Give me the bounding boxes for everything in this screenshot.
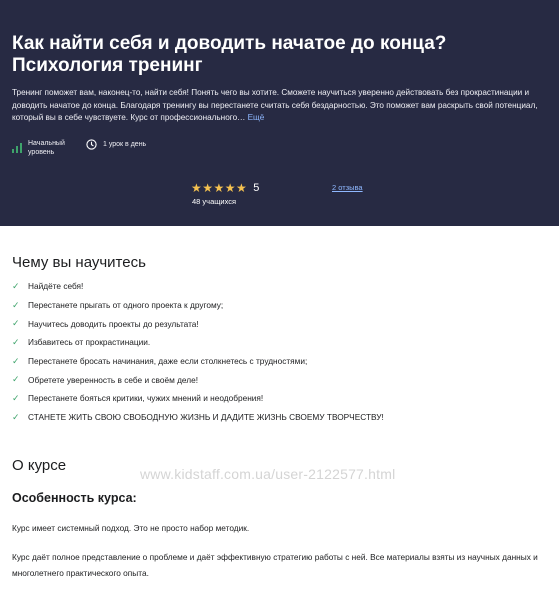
list-item: ✓ Перестанете бояться критики, чужих мнен… <box>12 389 552 408</box>
list-item-text: Перестанете бросать начинания, даже если… <box>28 356 308 367</box>
list-item-text: Перестанете бояться критики, чужих мнени… <box>28 393 264 404</box>
course-title: Как найти себя и доводить начатое до кон… <box>12 33 447 76</box>
list-item: ✓ Найдёте себя! <box>12 277 552 296</box>
list-item: ✓ Перестанете прыгать от одного проекта к… <box>12 296 552 315</box>
check-icon: ✓ <box>12 374 20 385</box>
rating-block: ★★★★★ 5 <box>191 181 259 195</box>
feature-title: Особенность курса: <box>12 491 137 505</box>
list-item-text: Избавитесь от прокрастинации. <box>28 337 151 348</box>
list-item: ✓ Перестанете бросать начинания, даже есл… <box>12 352 552 371</box>
check-icon: ✓ <box>12 392 20 403</box>
list-item: ✓ СТАНЕТЕ ЖИТЬ СВОЮ СВОБОДНУЮ ЖИЗНЬ И ДАД… <box>12 408 552 427</box>
star-icon: ★★★★★ <box>191 181 248 195</box>
about-paragraph-1: Курс имеет системный подход. Это не прос… <box>12 523 250 533</box>
list-item: ✓ Научитесь доводить проекты до результат… <box>12 314 552 333</box>
bar-chart-icon <box>12 143 22 153</box>
duration-label: 1 урок в день <box>103 141 147 148</box>
clock-icon <box>86 139 97 150</box>
students-count: 48 учащихся <box>192 197 237 206</box>
list-item-text: Перестанете прыгать от одного проекта к … <box>28 300 224 311</box>
check-icon: ✓ <box>12 355 20 366</box>
list-item-text: Обретете уверенность в себе и своём деле… <box>28 374 199 385</box>
list-item-text: Найдёте себя! <box>28 281 84 292</box>
list-item: ✓ Обретете уверенность в себе и своём дел… <box>12 370 552 389</box>
level-info: Начальный уровень <box>12 139 78 157</box>
watermark: www.kidstaff.com.ua/user-2122577.html <box>140 466 396 482</box>
course-header: Как найти себя и доводить начатое до кон… <box>0 0 559 226</box>
learn-section-title: Чему вы научитесь <box>12 254 146 271</box>
check-icon: ✓ <box>12 411 20 422</box>
duration-info: 1 урок в день <box>86 139 146 150</box>
list-item: ✓ Избавитесь от прокрастинации. <box>12 333 552 352</box>
course-description: Тренинг поможет вам, наконец-то, найти с… <box>12 87 552 125</box>
course-description-text: Тренинг поможет вам, наконец-то, найти с… <box>12 88 538 122</box>
reviews-link[interactable]: 2 отзыва <box>332 183 363 192</box>
learn-list: ✓ Найдёте себя! ✓ Перестанете прыгать от о… <box>12 277 552 427</box>
check-icon: ✓ <box>12 336 20 347</box>
check-icon: ✓ <box>12 318 20 329</box>
rating-value: 5 <box>253 182 260 194</box>
list-item-text: СТАНЕТЕ ЖИТЬ СВОЮ СВОБОДНУЮ ЖИЗНЬ И ДАДИ… <box>28 412 384 423</box>
list-item-text: Научитесь доводить проекты до результата… <box>28 318 199 329</box>
about-section-title: О курсе <box>12 457 67 474</box>
check-icon: ✓ <box>12 280 20 291</box>
about-paragraph-2: Курс даёт полное представление о проблем… <box>12 552 538 578</box>
level-label: Начальный уровень <box>28 140 65 156</box>
show-more-link[interactable]: Ещё <box>248 113 265 122</box>
check-icon: ✓ <box>12 299 20 310</box>
